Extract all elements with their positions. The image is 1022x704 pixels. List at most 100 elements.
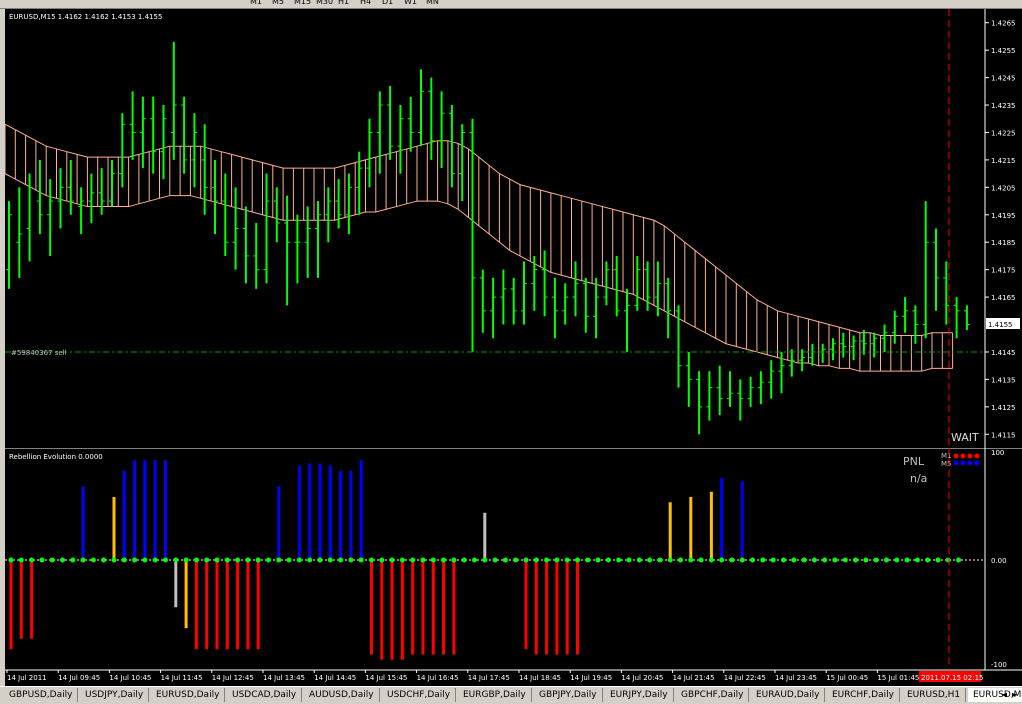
timeframe-m15[interactable]: M15 [294,0,311,6]
price-tick-label: 1.4205 [991,184,1016,192]
indicator-dot [266,557,271,563]
indicator-dot [90,557,96,563]
tab-gbpusd-daily[interactable]: GBPUSD,Daily [4,688,79,702]
indicator-dot [214,557,220,563]
indicator-dot [564,557,570,563]
indicator-dot [327,557,333,563]
time-tick-label: 15 Jul 00:45 [826,674,868,682]
timeframe-m1[interactable]: M1 [250,0,262,6]
indicator-dot [708,557,714,563]
current-price-label: 1.4155 [988,321,1013,329]
tab-usdjpy-daily[interactable]: USDJPY,Daily [80,688,150,702]
time-tick-label: 14 Jul 13:45 [263,674,305,682]
indicator-dot [224,557,230,563]
indicator-dot [121,557,127,563]
indicator-dot [585,557,591,563]
indicator-dot [647,557,653,563]
indicator-dot [616,557,622,563]
timeframe-m30[interactable]: M30 [316,0,333,6]
indicator-dot [575,557,580,563]
tabs-scroll-left-icon[interactable]: ◄ [999,689,1009,701]
indicator-dot [204,557,210,563]
indicator-dot [420,557,426,563]
indicator-dot [729,557,735,563]
indicator-dot [461,557,467,563]
indicator-dot [842,557,848,563]
indicator-dot [914,557,920,563]
time-tick-label: 14 Jul 23:45 [775,674,817,682]
tab-eurusd-daily[interactable]: EURUSD,Daily [151,688,226,702]
indicator-dot [904,557,910,563]
time-tick-label: 14 Jul 15:45 [365,674,407,682]
timeframe-mn[interactable]: MN [426,0,439,6]
tab-eurjpy-daily[interactable]: EURJPY,Daily [605,688,674,702]
indicator-dot [296,557,302,563]
indicator-dot [791,557,797,563]
tab-euraud-daily[interactable]: EURAUD,Daily [751,688,826,702]
indicator-dot [8,557,14,563]
indicator-dot [235,557,241,563]
tab-eurusd-h1[interactable]: EURUSD,H1 [902,688,967,702]
price-chart[interactable]: 1.4265 1.4255 1.4245 1.4235 1.4225 1.4215 1.42… [5,9,1022,448]
time-tick-label: 14 Jul 19:45 [570,674,612,682]
indicator-dot [544,557,550,563]
indicator-dot [863,557,869,563]
indicator-dot [142,557,148,563]
tab-eurchf-daily[interactable]: EURCHF,Daily [827,688,900,702]
indicator-dot [245,557,251,563]
indicator-dot [338,557,344,563]
indicator-dot [173,557,179,563]
tab-audusd-daily[interactable]: AUDUSD,Daily [304,688,380,702]
timeframe-m5[interactable]: M5 [272,0,284,6]
tab-usdchf-daily[interactable]: USDCHF,Daily [382,688,457,702]
timeframe-h1[interactable]: H1 [338,0,349,6]
pnl-label: PNL [903,455,925,468]
tab-gbpchf-daily[interactable]: GBPCHF,Daily [676,688,750,702]
toolbar: M1 M5 M15 M30 H1 H4 D1 W1 MN [0,0,1022,9]
indicator-dot [379,557,385,563]
indicator-dot [152,557,158,563]
indicator-header: Rebellion Evolution 0.0000 [9,453,103,461]
indicator-dot [451,557,457,563]
price-tick-label: 1.4175 [991,267,1016,275]
order-label: #59840367 sell [11,349,67,357]
indicator-dot [770,557,776,563]
indicator-chart[interactable]: 100 0.00 -100 14 Jul 2011 14 Jul 09:45 14 Ju… [5,448,1022,686]
indicator-dot [482,557,488,563]
indicator-dot [832,557,838,563]
indicator-dot [317,557,323,563]
indicator-tick-label: 100 [991,449,1004,457]
tabs-scroll-right-icon[interactable]: ► [1010,689,1020,701]
indicator-dot [719,557,725,563]
price-tick-label: 1.4215 [991,157,1016,165]
indicator-dot [101,557,107,563]
time-tick-label: 14 Jul 18:45 [519,674,561,682]
indicator-dot [18,557,24,563]
indicator-dot [605,557,611,563]
indicator-dot [935,557,941,563]
time-tick-label: 14 Jul 16:45 [417,674,459,682]
timeframe-w1[interactable]: W1 [404,0,417,6]
indicator-dot [163,557,168,563]
indicator-dot [472,557,477,563]
timeframe-d1[interactable]: D1 [382,0,393,6]
indicator-dot [853,557,859,563]
indicator-tick-label: -100 [991,661,1007,669]
indicator-dot [750,557,756,563]
timeframe-h4[interactable]: H4 [360,0,371,6]
price-tick-label: 1.4245 [991,75,1016,83]
indicator-dot [502,557,508,563]
indicator-dot [925,557,931,563]
indicator-dot [80,557,86,563]
indicator-dot [60,557,65,563]
indicator-tick-label: 0.00 [991,557,1007,565]
indicator-dot [410,557,416,563]
tab-gbpjpy-daily[interactable]: GBPJPY,Daily [534,688,603,702]
indicator-dot [667,557,673,563]
legend-m5: M5 [941,460,952,468]
indicator-dot [70,557,76,563]
indicator-dot [39,557,45,563]
tab-usdcad-daily[interactable]: USDCAD,Daily [227,688,303,702]
price-tick-label: 1.4125 [991,404,1016,412]
tab-eurgbp-daily[interactable]: EURGBP,Daily [458,688,532,702]
